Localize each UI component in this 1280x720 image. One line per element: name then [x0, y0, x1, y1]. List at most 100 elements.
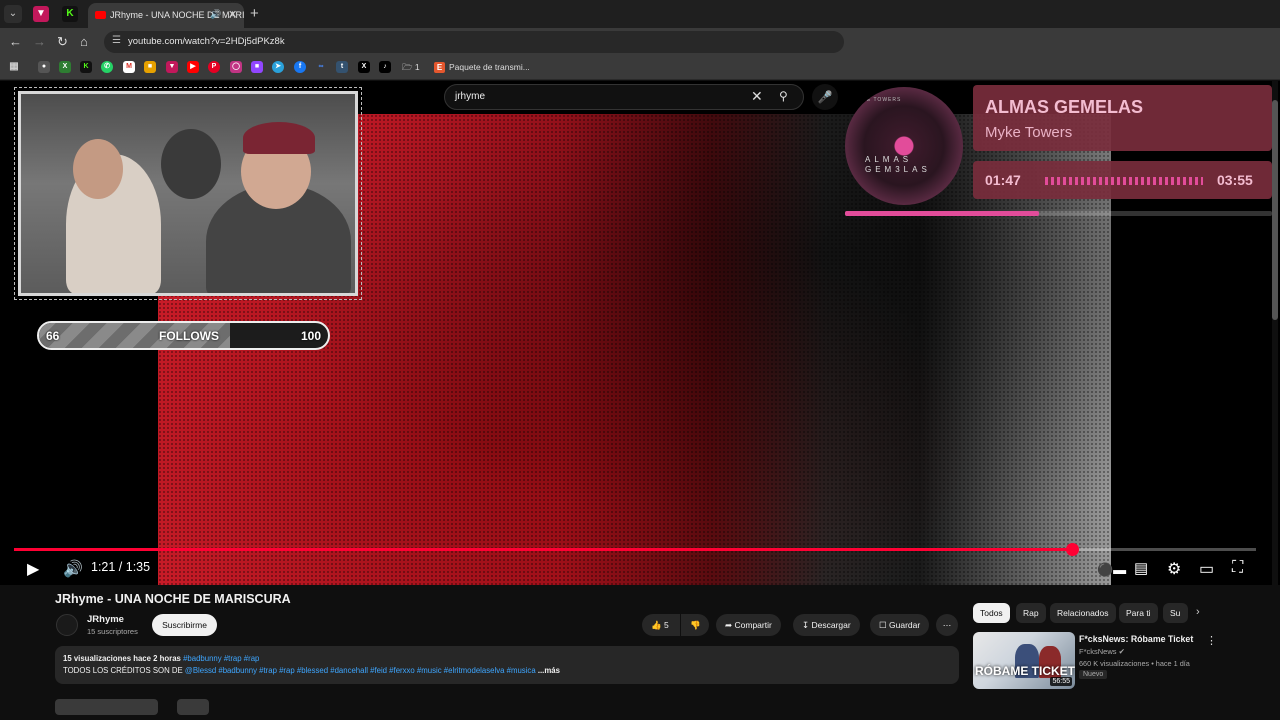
recommended-channel[interactable]: F*cksNews ✔: [1079, 647, 1125, 656]
video-title: JRhyme - UNA NOCHE DE MARISCURA: [55, 592, 291, 606]
sort-placeholder: [177, 699, 209, 715]
channel-avatar[interactable]: [56, 614, 78, 636]
bookmark-e-icon: E: [434, 62, 445, 73]
bookmark-telegram-icon[interactable]: ➤: [272, 61, 284, 73]
subscribe-button[interactable]: Suscribirme: [152, 614, 217, 636]
download-label: Descargar: [811, 620, 851, 630]
subtitles-icon[interactable]: ▤: [1134, 559, 1148, 577]
recommended-thumbnail[interactable]: RÓBAME TICKET 56:55: [973, 632, 1075, 689]
pinned-tab-youtube-studio[interactable]: ▼: [33, 6, 49, 22]
site-info-icon[interactable]: ☰: [112, 35, 121, 46]
save-button[interactable]: ☐ Guardar: [870, 614, 930, 636]
now-playing-time-card: 01:47 03:55: [973, 161, 1272, 199]
bookmark-whatsapp-icon[interactable]: ✆: [101, 61, 113, 73]
description-more-link[interactable]: ...más: [538, 666, 560, 675]
youtube-favicon-icon: [95, 11, 106, 19]
channel-name[interactable]: JRhyme: [87, 614, 124, 625]
bookmark-paquete[interactable]: E Paquete de transmi...: [434, 62, 530, 73]
now-playing-song: ALMAS GEMELAS: [985, 97, 1144, 117]
share-button[interactable]: ➦ Compartir: [716, 614, 781, 636]
bookmark-xbox-icon[interactable]: X: [59, 61, 71, 73]
chip-relacionados[interactable]: Relacionados: [1050, 603, 1116, 623]
dislike-button[interactable]: 👎: [681, 614, 709, 636]
autoplay-toggle-icon[interactable]: ⚫▬: [1097, 562, 1126, 578]
share-icon: ➦: [725, 620, 733, 630]
theater-mode-icon[interactable]: ▭: [1199, 559, 1214, 579]
video-progress-bar[interactable]: [14, 543, 1256, 556]
bookmark-tiktok-icon[interactable]: ♪: [379, 61, 391, 73]
recommended-menu-icon[interactable]: ⋮: [1206, 634, 1217, 647]
bookmark-studio-icon[interactable]: ▼: [166, 61, 178, 73]
bookmark-kick-icon[interactable]: K: [80, 61, 92, 73]
page-scrollbar-thumb[interactable]: [1272, 100, 1278, 320]
description-text: TODOS LOS CRÉDITOS SON DE: [63, 666, 183, 675]
forward-icon[interactable]: →: [33, 34, 46, 49]
bookmark-instagram-icon[interactable]: ◯: [230, 61, 242, 73]
album-disc: MYKE TOWERS ALMAS GEM3LAS: [845, 87, 963, 205]
chip-para-ti[interactable]: Para ti: [1119, 603, 1158, 623]
thumb-duration: 56:55: [1050, 677, 1072, 686]
bookmark-twitch-icon[interactable]: ■: [251, 61, 263, 73]
chip-todos[interactable]: Todos: [973, 603, 1010, 623]
tab-active-youtube[interactable]: JRhyme - UNA NOCHE DE MARISCURA 🔊 ✕: [88, 3, 244, 28]
now-playing-artist: Myke Towers: [985, 124, 1073, 141]
bookmark-web-icon[interactable]: ●: [38, 61, 50, 73]
youtube-search-box[interactable]: jrhyme ✕ ⚲: [444, 84, 804, 110]
search-icon[interactable]: ⚲: [779, 89, 788, 103]
home-icon[interactable]: ⌂: [80, 34, 88, 49]
fullscreen-icon[interactable]: ⛶: [1232, 559, 1243, 577]
chip-su[interactable]: Su: [1163, 603, 1188, 623]
bookmark-yellow-icon[interactable]: ■: [144, 61, 156, 73]
chip-rap[interactable]: Rap: [1016, 603, 1046, 623]
apps-grid-icon[interactable]: ▦: [8, 61, 20, 73]
now-playing-progress-fill: [845, 211, 1040, 216]
tab-close-icon[interactable]: ✕: [228, 8, 237, 21]
channel-subscribers: 15 suscriptores: [87, 627, 138, 636]
play-icon[interactable]: ▶: [27, 559, 39, 579]
browser-tab-strip: ⌄ ▼ K JRhyme - UNA NOCHE DE MARISCURA 🔊 …: [0, 0, 1280, 28]
recommended-title[interactable]: F*cksNews: Róbame Ticket: [1079, 634, 1193, 644]
clear-search-icon[interactable]: ✕: [751, 88, 763, 105]
recommended-meta: 660 K visualizaciones • hace 1 día: [1079, 659, 1190, 668]
address-bar[interactable]: ☰ youtube.com/watch?v=2HDj5dPKz8k: [104, 31, 844, 53]
tab-search-chevron-icon[interactable]: ⌄: [4, 5, 22, 23]
bookmark-meta-icon[interactable]: ∞: [315, 61, 327, 73]
volume-icon[interactable]: 🔊: [63, 559, 83, 579]
reload-icon[interactable]: ↻: [57, 34, 68, 50]
pinned-tab-kick[interactable]: K: [62, 6, 78, 22]
bookmark-facebook-icon[interactable]: f: [294, 61, 306, 73]
now-playing-total: 03:55: [1217, 172, 1253, 188]
description-box[interactable]: 15 visualizaciones hace 2 horas #badbunn…: [55, 646, 959, 684]
browser-toolbar: ← → ↻ ⌂ ☰ youtube.com/watch?v=2HDj5dPKz8…: [0, 28, 1280, 56]
recommended-channel-name: F*cksNews: [1079, 647, 1117, 656]
more-actions-icon[interactable]: ⋯: [936, 614, 958, 636]
bookmark-tumblr-icon[interactable]: t: [336, 61, 348, 73]
follows-goal: 100: [300, 329, 321, 343]
like-button[interactable]: 👍 5: [642, 614, 680, 636]
youtube-search-query: jrhyme: [455, 91, 486, 102]
back-icon[interactable]: ←: [9, 34, 22, 49]
description-tags-2[interactable]: @Blessd #badbunny #trap #rap #blessed #d…: [185, 666, 536, 675]
save-label: Guardar: [889, 620, 921, 630]
bookmark-gmail-icon[interactable]: M: [123, 61, 135, 73]
new-tab-button[interactable]: +: [250, 5, 259, 22]
description-line-2: TODOS LOS CRÉDITOS SON DE @Blessd #badbu…: [63, 665, 951, 677]
settings-gear-icon[interactable]: ⚙: [1167, 559, 1181, 579]
tab-title: JRhyme - UNA NOCHE DE MARISCURA: [110, 10, 244, 20]
bookmark-folder[interactable]: 🗁 1: [402, 62, 420, 76]
bookmark-pinterest-icon[interactable]: P: [208, 61, 220, 73]
streamer-cap: [243, 122, 315, 154]
bookmark-x-icon[interactable]: X: [358, 61, 370, 73]
bookmark-youtube-icon[interactable]: ▶: [187, 61, 199, 73]
share-label: Compartir: [734, 620, 772, 630]
tab-audio-icon[interactable]: 🔊: [210, 9, 221, 20]
chevron-right-icon[interactable]: ›: [1196, 606, 1200, 618]
bookmarks-bar: ▦ ● X K ✆ M ■ ▼ ▶ P ◯ ■ ➤ f ∞ t X ♪ 🗁 1 …: [0, 56, 1280, 80]
download-button[interactable]: ↧ Descargar: [793, 614, 860, 636]
video-player[interactable]: jrhyme ✕ ⚲ 🎤 66 FOLLOWS 100 MYKE TOWERS …: [0, 81, 1280, 585]
description-tags-1[interactable]: #badbunny #trap #rap: [183, 654, 259, 663]
video-progress-fill: [14, 548, 1073, 551]
download-icon: ↧: [802, 620, 810, 630]
voice-search-icon[interactable]: 🎤: [812, 84, 838, 110]
thumbs-down-icon: 👎: [690, 620, 701, 630]
